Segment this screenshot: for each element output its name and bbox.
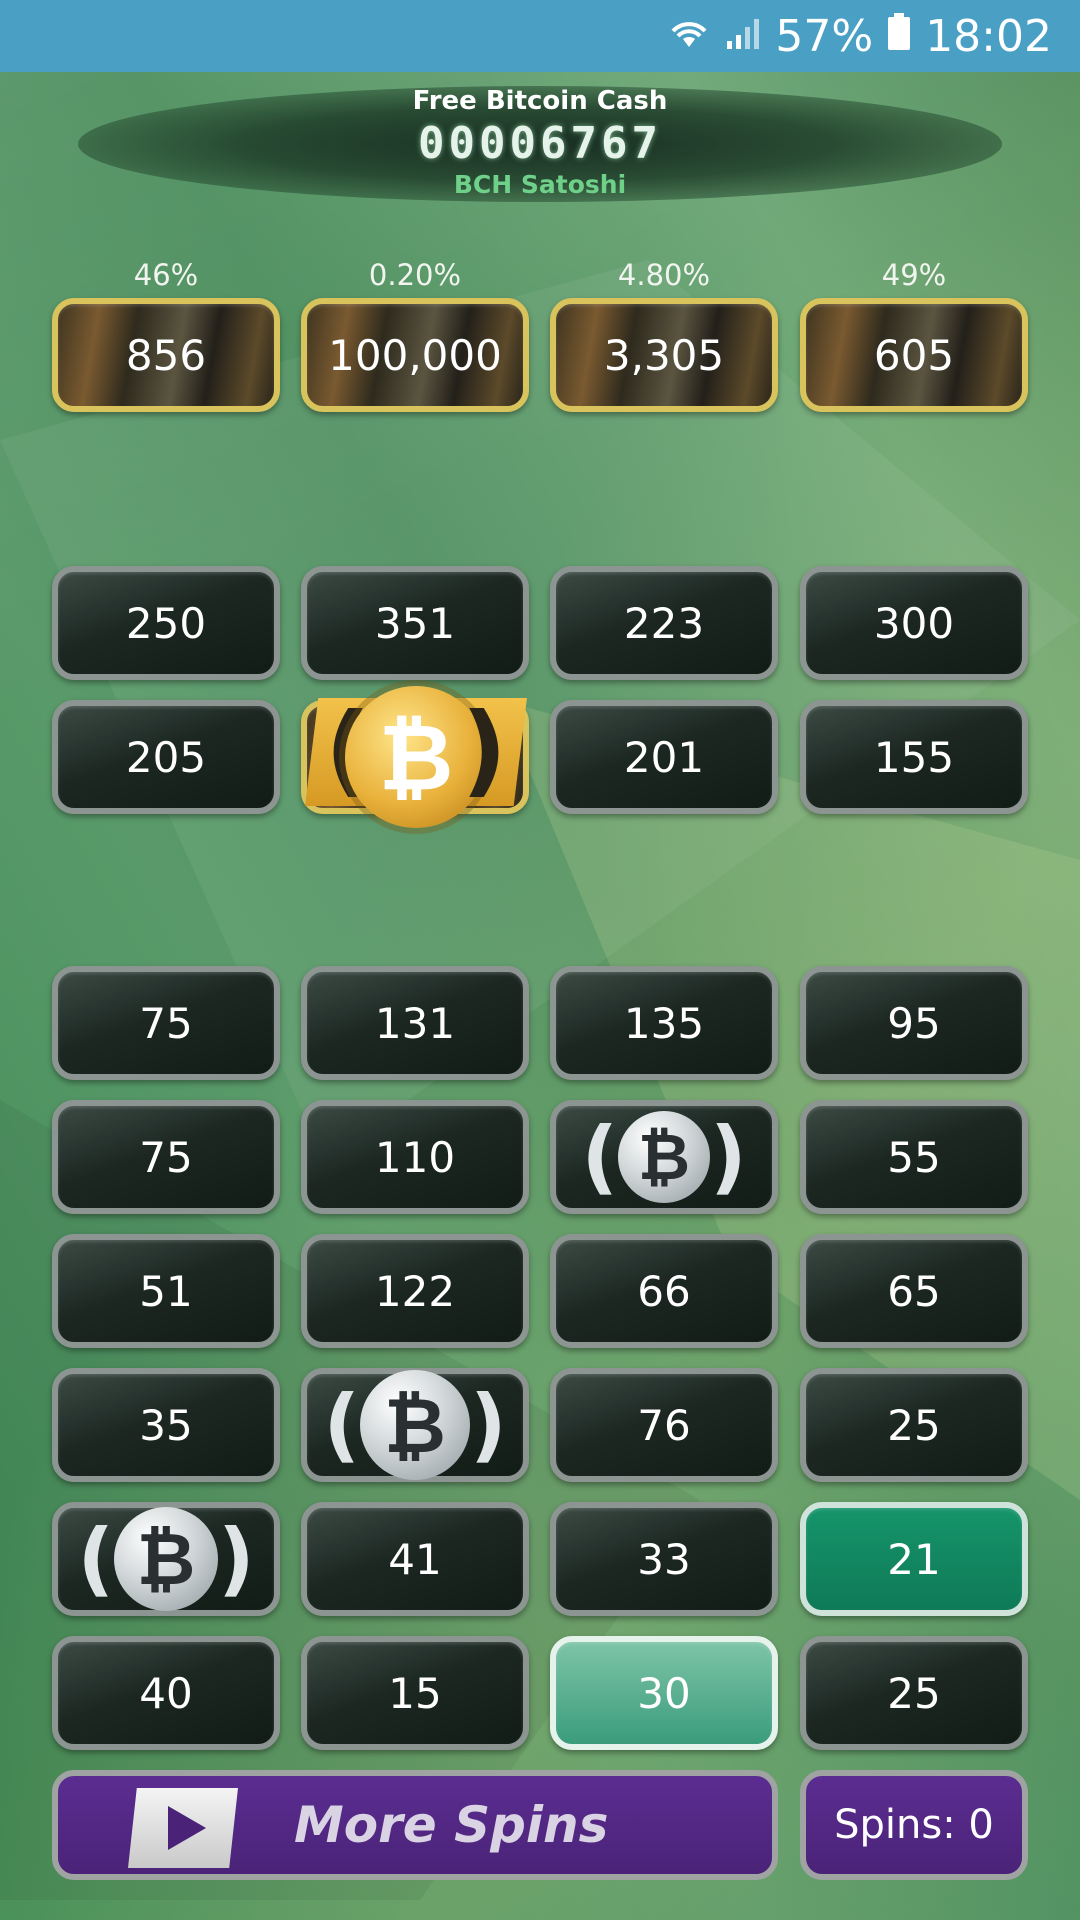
- slot-tile[interactable]: 155: [800, 700, 1028, 814]
- prize-tile[interactable]: 100,000: [301, 298, 529, 412]
- silver-bitcoin-coin: ( ₿ ): [323, 1370, 507, 1480]
- slot-tile[interactable]: 110: [301, 1100, 529, 1214]
- slot-tile[interactable]: 131: [301, 966, 529, 1080]
- slot-tile[interactable]: 75: [52, 1100, 280, 1214]
- slot-tile[interactable]: 95: [800, 966, 1028, 1080]
- slot-tile[interactable]: 351: [301, 566, 529, 680]
- coin-bracket-right-icon: ): [218, 1512, 255, 1605]
- coin-bracket-left-icon: (: [581, 1110, 618, 1203]
- prize-tile[interactable]: 605: [800, 298, 1028, 412]
- slot-tile[interactable]: 201: [550, 700, 778, 814]
- coin-bracket-right-icon: ): [710, 1110, 747, 1203]
- balance-unit: BCH Satoshi: [453, 170, 627, 199]
- slot-tile[interactable]: 55: [800, 1100, 1028, 1214]
- slot-tile[interactable]: 250: [52, 566, 280, 680]
- video-play-icon: [128, 1788, 238, 1868]
- bitcoin-icon: ₿: [618, 1111, 710, 1203]
- slot-tile[interactable]: 223: [550, 566, 778, 680]
- silver-bitcoin-coin: ( ₿ ): [77, 1507, 255, 1611]
- prize-tile[interactable]: 856: [52, 298, 280, 412]
- slot-tile[interactable]: 66: [550, 1234, 778, 1348]
- battery-level: 57%: [775, 10, 874, 62]
- slot-tile[interactable]: 75: [52, 966, 280, 1080]
- spins-counter: Spins: 0: [800, 1770, 1028, 1880]
- slot-tile[interactable]: 300: [800, 566, 1028, 680]
- slot-tile[interactable]: 15: [301, 1636, 529, 1750]
- slot-tile[interactable]: ( ₿ ): [301, 1368, 529, 1482]
- slot-tile[interactable]: 35: [52, 1368, 280, 1482]
- slot-tile[interactable]: 135: [550, 966, 778, 1080]
- prize-odds: 46%: [133, 258, 199, 292]
- slot-tile[interactable]: 41: [301, 1502, 529, 1616]
- more-spins-label: More Spins: [294, 1796, 609, 1854]
- slot-tile[interactable]: 25: [800, 1636, 1028, 1750]
- more-spins-button[interactable]: More Spins: [52, 1770, 778, 1880]
- slot-tile-highlighted[interactable]: 21: [800, 1502, 1028, 1616]
- app-title: Free Bitcoin Cash: [412, 86, 668, 116]
- slot-tile[interactable]: ( ₿ ): [52, 1502, 280, 1616]
- coin-bracket-right-icon: ): [470, 1378, 507, 1471]
- status-bar: 57% 18:02: [0, 0, 1080, 72]
- coin-bracket-right-icon: ): [461, 691, 507, 808]
- prize-odds: 49%: [881, 258, 947, 292]
- bitcoin-icon: ₿: [360, 1370, 470, 1480]
- slot-tile[interactable]: 33: [550, 1502, 778, 1616]
- prize-tile[interactable]: 3,305: [550, 298, 778, 412]
- silver-bitcoin-coin: ( ₿ ): [581, 1110, 747, 1203]
- wifi-icon: [667, 11, 711, 62]
- slot-tile[interactable]: 51: [52, 1234, 280, 1348]
- signal-icon: [725, 11, 761, 62]
- battery-icon: [887, 11, 911, 62]
- prize-odds: 0.20%: [368, 258, 462, 292]
- slot-tile[interactable]: 40: [52, 1636, 280, 1750]
- slot-tile[interactable]: 205: [52, 700, 280, 814]
- bitcoin-icon: ₿: [114, 1507, 218, 1611]
- slot-tile[interactable]: 76: [550, 1368, 778, 1482]
- prize-odds: 4.80%: [617, 258, 711, 292]
- clock: 18:02: [925, 10, 1052, 62]
- slot-tile-selected[interactable]: 30: [550, 1636, 778, 1750]
- slot-tile[interactable]: 122: [301, 1234, 529, 1348]
- coin-bracket-left-icon: (: [323, 1378, 360, 1471]
- slot-tile[interactable]: ( ₿ ): [550, 1100, 778, 1214]
- gold-bitcoin-coin[interactable]: ( ₿ ): [305, 686, 527, 828]
- slot-tile[interactable]: 25: [800, 1368, 1028, 1482]
- coin-bracket-left-icon: (: [77, 1512, 114, 1605]
- balance-amount: 00006767: [418, 118, 662, 169]
- slot-tile[interactable]: 65: [800, 1234, 1028, 1348]
